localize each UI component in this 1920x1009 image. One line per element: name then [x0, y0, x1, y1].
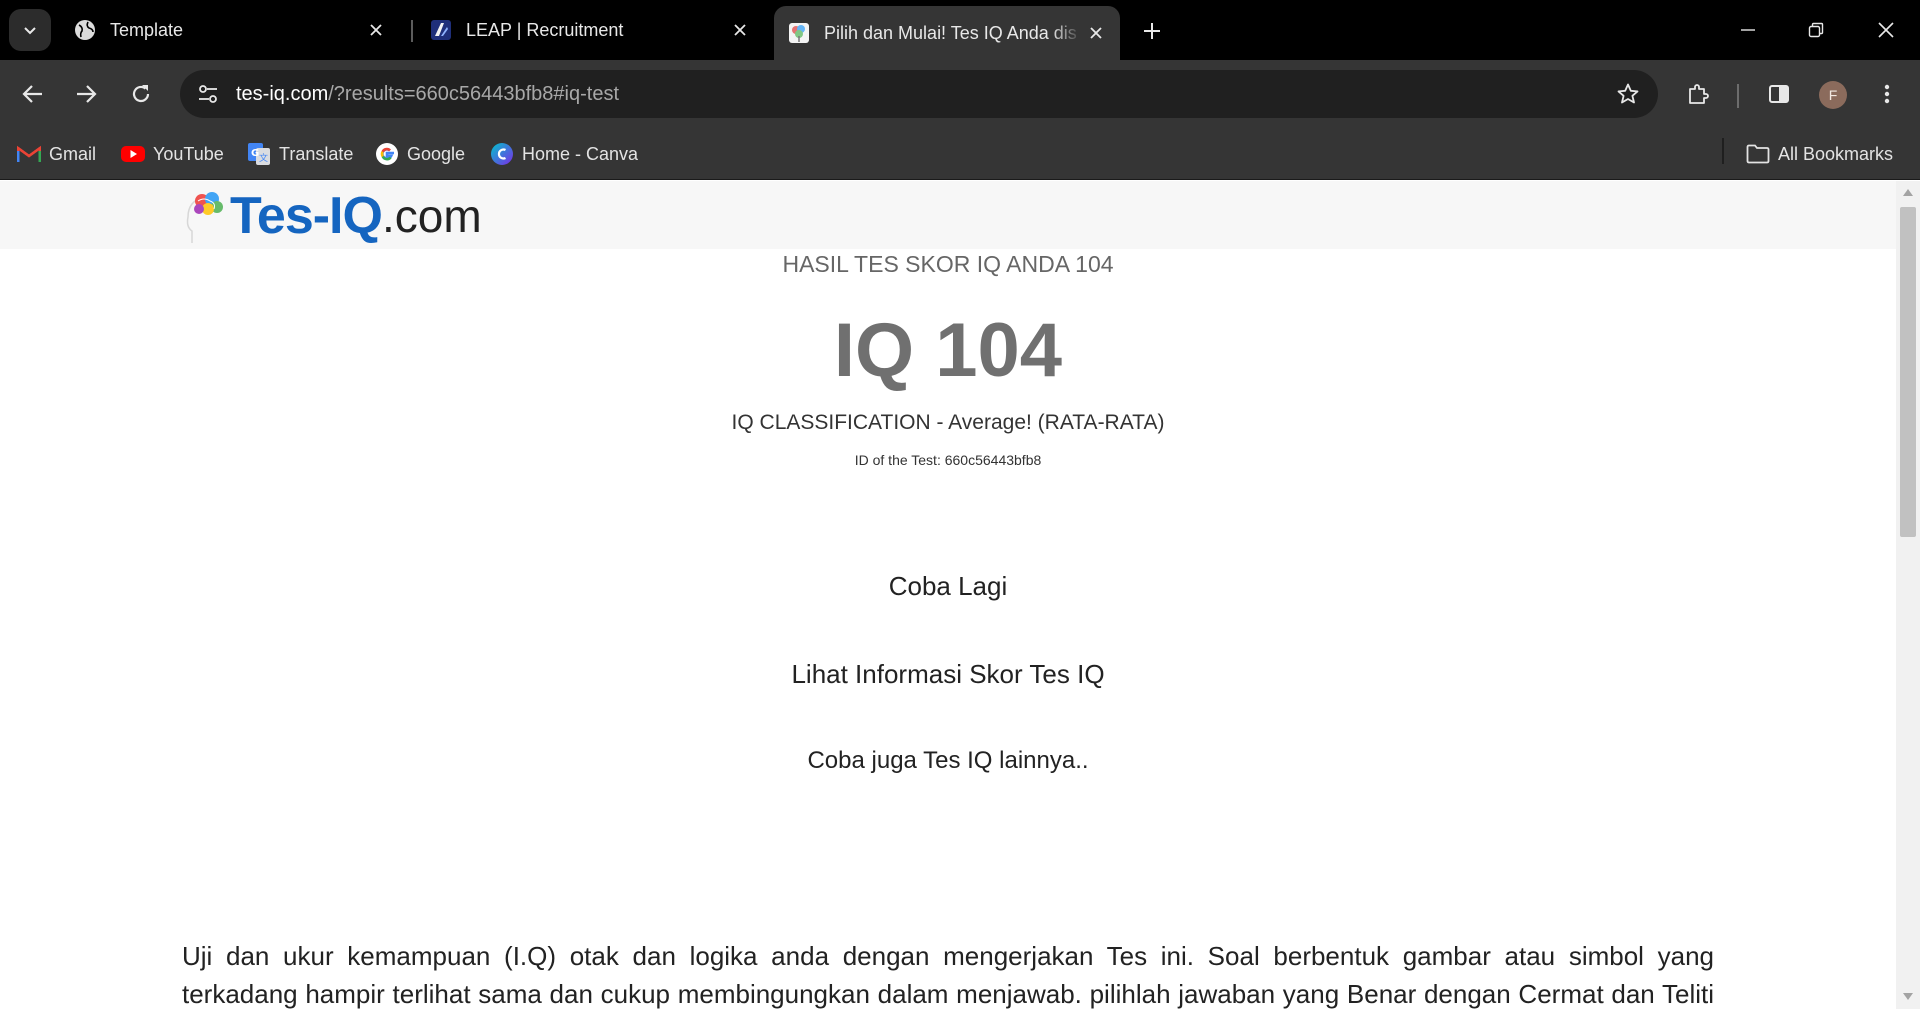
- canva-icon: [490, 142, 514, 166]
- iq-score: IQ 104: [833, 308, 1063, 393]
- minimize-icon: [1741, 29, 1755, 31]
- new-tab-button[interactable]: [1133, 12, 1171, 50]
- profile-avatar[interactable]: F: [1819, 81, 1847, 109]
- tab-title: Pilih dan Mulai! Tes IQ Anda dis: [824, 22, 1077, 43]
- bookmarks-divider: [1722, 138, 1724, 164]
- bookmark-label: All Bookmarks: [1778, 143, 1894, 164]
- browser-toolbar: tes-iq.com/?results=660c56443bfb8#iq-tes…: [0, 60, 1920, 128]
- svg-text:文: 文: [259, 152, 268, 164]
- scrollbar-thumb[interactable]: [1900, 207, 1916, 537]
- site-logo[interactable]: Tes-IQ .com: [184, 183, 482, 245]
- star-icon: [1617, 83, 1639, 104]
- bookmark-label: Translate: [279, 143, 354, 164]
- bookmark-label: Home - Canva: [522, 143, 639, 164]
- more-vertical-icon: [1884, 84, 1890, 104]
- retry-link: Coba Lagi: [0, 571, 1896, 602]
- retry-link-text[interactable]: Coba Lagi: [889, 571, 1008, 601]
- bookmark-star-button[interactable]: [1612, 78, 1644, 110]
- extensions-button[interactable]: [1678, 74, 1718, 114]
- tab-close-button[interactable]: [726, 16, 754, 44]
- tab-template[interactable]: Template: [60, 6, 400, 54]
- bookmark-label: YouTube: [153, 143, 224, 164]
- google-icon: [375, 142, 399, 166]
- tab-tes-iq[interactable]: Pilih dan Mulai! Tes IQ Anda dis: [774, 6, 1120, 60]
- tune-icon: [199, 85, 217, 103]
- other-tests-link: Coba juga Tes IQ lainnya..: [0, 747, 1896, 775]
- site-header: Tes-IQ .com: [0, 181, 1896, 249]
- close-icon: [370, 24, 382, 36]
- scroll-up-arrow-icon[interactable]: [1903, 189, 1913, 196]
- result-heading: HASIL TES SKOR IQ ANDA 104: [782, 251, 1114, 277]
- test-id: ID of the Test: 660c56443bfb8: [854, 452, 1042, 468]
- translate-icon: G 文: [247, 142, 271, 166]
- close-window-button[interactable]: [1852, 0, 1920, 60]
- site-info-button[interactable]: [190, 76, 226, 112]
- address-bar[interactable]: tes-iq.com/?results=660c56443bfb8#iq-tes…: [180, 70, 1658, 118]
- url-text[interactable]: tes-iq.com/?results=660c56443bfb8#iq-tes…: [236, 83, 619, 106]
- tab-title: LEAP | Recruitment: [466, 19, 624, 40]
- tab-strip: Template LEAP | Recruitment Pilih dan Mu…: [0, 0, 1920, 60]
- tes-iq-favicon: [789, 23, 809, 43]
- tab-close-button[interactable]: [1082, 19, 1110, 47]
- restore-button[interactable]: [1782, 0, 1850, 60]
- page-viewport: Tes-IQ .com HASIL TES SKOR IQ ANDA 104 IQ…: [0, 181, 1896, 1009]
- close-icon: [1878, 22, 1894, 38]
- folder-icon: [1746, 142, 1770, 166]
- restore-icon: [1808, 22, 1824, 38]
- tab-leap-recruitment[interactable]: LEAP | Recruitment: [416, 6, 764, 54]
- side-panel-icon: [1769, 85, 1789, 103]
- arrow-left-icon: [22, 85, 42, 103]
- youtube-icon: [121, 142, 145, 166]
- tab-search-button[interactable]: [9, 9, 51, 51]
- close-icon: [734, 24, 746, 36]
- logo-suffix: .com: [381, 190, 482, 242]
- bookmarks-bar: Gmail YouTube G 文 Translate Google Home …: [0, 128, 1920, 180]
- brain-head-icon: [186, 192, 223, 243]
- scroll-down-arrow-icon[interactable]: [1903, 993, 1913, 1000]
- tab-separator: [411, 20, 413, 42]
- tab-title: Template: [110, 19, 184, 40]
- tab-close-button[interactable]: [362, 16, 390, 44]
- bookmark-canva[interactable]: Home - Canva: [490, 138, 638, 170]
- logo-text: Tes-IQ: [230, 187, 383, 245]
- menu-button[interactable]: [1867, 74, 1907, 114]
- minimize-button[interactable]: [1714, 0, 1782, 60]
- bookmark-label: Google: [407, 143, 466, 164]
- leap-favicon: [431, 20, 451, 40]
- side-panel-button[interactable]: [1759, 74, 1799, 114]
- bookmark-label: Gmail: [49, 143, 97, 164]
- close-icon: [1090, 27, 1102, 39]
- page-scrollbar[interactable]: [1896, 181, 1920, 1009]
- reload-button[interactable]: [121, 74, 161, 114]
- url-host: tes-iq.com: [236, 82, 329, 105]
- globe-icon: [75, 20, 95, 40]
- other-tests-link-text[interactable]: Coba juga Tes IQ lainnya..: [807, 747, 1088, 774]
- score-info-link-text[interactable]: Lihat Informasi Skor Tes IQ: [791, 659, 1104, 689]
- svg-text:G: G: [251, 148, 259, 159]
- iq-classification: IQ CLASSIFICATION - Average! (RATA-RATA): [731, 411, 1165, 434]
- bookmark-google[interactable]: Google: [375, 138, 465, 170]
- score-info-link: Lihat Informasi Skor Tes IQ: [0, 659, 1896, 690]
- bookmark-youtube[interactable]: YouTube: [121, 138, 224, 170]
- forward-button[interactable]: [66, 74, 106, 114]
- all-bookmarks-button[interactable]: All Bookmarks: [1746, 138, 1893, 170]
- plus-icon: [1144, 23, 1160, 39]
- gmail-icon: [17, 142, 41, 166]
- url-path: /?results=660c56443bfb8#iq-test: [328, 82, 620, 105]
- puzzle-icon: [1689, 84, 1709, 104]
- arrow-right-icon: [77, 85, 97, 103]
- toolbar-divider: [1737, 84, 1739, 108]
- bookmark-translate[interactable]: G 文 Translate: [247, 138, 353, 170]
- back-button[interactable]: [13, 74, 53, 114]
- chevron-down-icon: [24, 27, 36, 35]
- bookmark-gmail[interactable]: Gmail: [17, 138, 96, 170]
- intro-paragraph: Uji dan ukur kemampuan (I.Q) otak dan lo…: [182, 941, 1714, 1009]
- reload-icon: [132, 85, 150, 103]
